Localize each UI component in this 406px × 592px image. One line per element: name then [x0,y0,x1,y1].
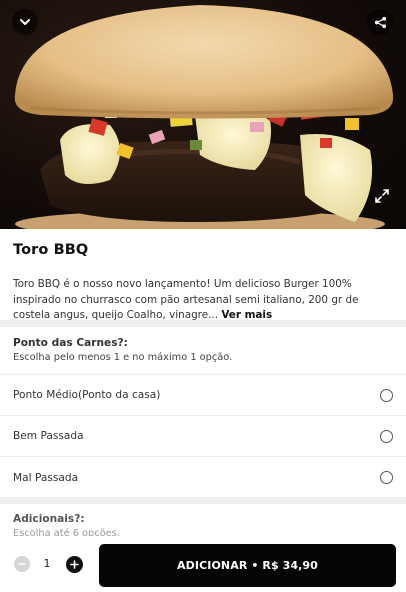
option-bem-passada[interactable]: Bem Passada [0,416,406,457]
add-to-cart-button[interactable]: ADICIONAR • R$ 34,90 [99,544,396,587]
quantity-value: 1 [43,557,51,570]
burger-photo [14,5,394,229]
meat-group-header: Ponto das Carnes?: Escolha pelo menos 1 … [0,327,406,375]
bottom-bar: 1 ADICIONAR • R$ 34,90 [0,536,406,592]
section-divider [0,497,406,504]
share-button[interactable] [367,9,393,35]
option-label: Mal Passada [13,471,79,484]
section-divider [0,320,406,327]
description-text: Toro BBQ é o nosso novo lançamento! Um d… [13,278,359,321]
collapse-button[interactable] [12,9,38,35]
share-icon [374,16,386,28]
increase-quantity-button[interactable] [66,556,83,573]
expand-button[interactable] [372,186,392,206]
meat-group-title: Ponto das Carnes?: [13,337,128,349]
chevron-down-icon [20,19,30,25]
option-label: Ponto Médio(Ponto da casa) [13,389,161,401]
extras-group-title: Adicionais?: [13,513,85,525]
radio-button[interactable] [380,388,393,402]
decrease-quantity-button[interactable] [14,556,30,572]
radio-button[interactable] [380,429,393,443]
product-description: Toro BBQ é o nosso novo lançamento! Um d… [13,277,393,324]
expand-icon [375,189,389,203]
meat-group-subtitle: Escolha pelo menos 1 e no máximo 1 opção… [13,352,233,363]
option-label: Bem Passada [13,430,84,442]
product-info: Toro BBQ Toro BBQ é o nosso novo lançame… [0,229,406,324]
minus-icon [18,563,26,565]
product-title: Toro BBQ [13,242,89,258]
radio-button[interactable] [380,471,393,484]
product-image[interactable] [0,0,406,229]
option-ponto-medio[interactable]: Ponto Médio(Ponto da casa) [0,375,406,416]
plus-icon [70,560,79,569]
option-mal-passada[interactable]: Mal Passada [0,457,406,498]
